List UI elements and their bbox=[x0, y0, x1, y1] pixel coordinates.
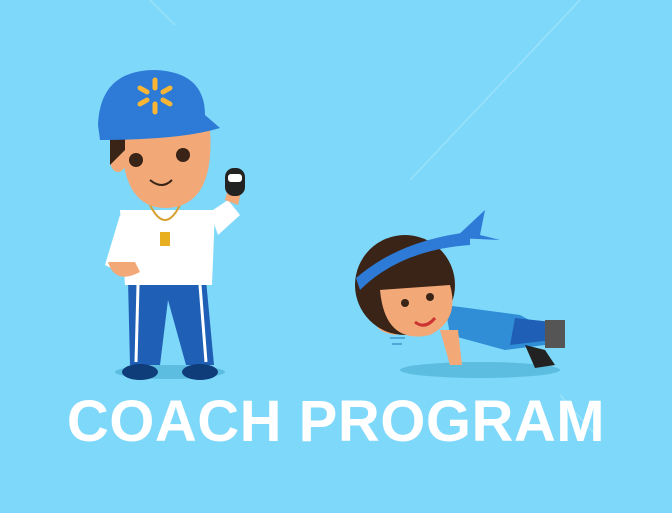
coach-character bbox=[98, 70, 245, 380]
pushup-character bbox=[355, 210, 565, 378]
page-title: COACH PROGRAM bbox=[66, 389, 606, 454]
